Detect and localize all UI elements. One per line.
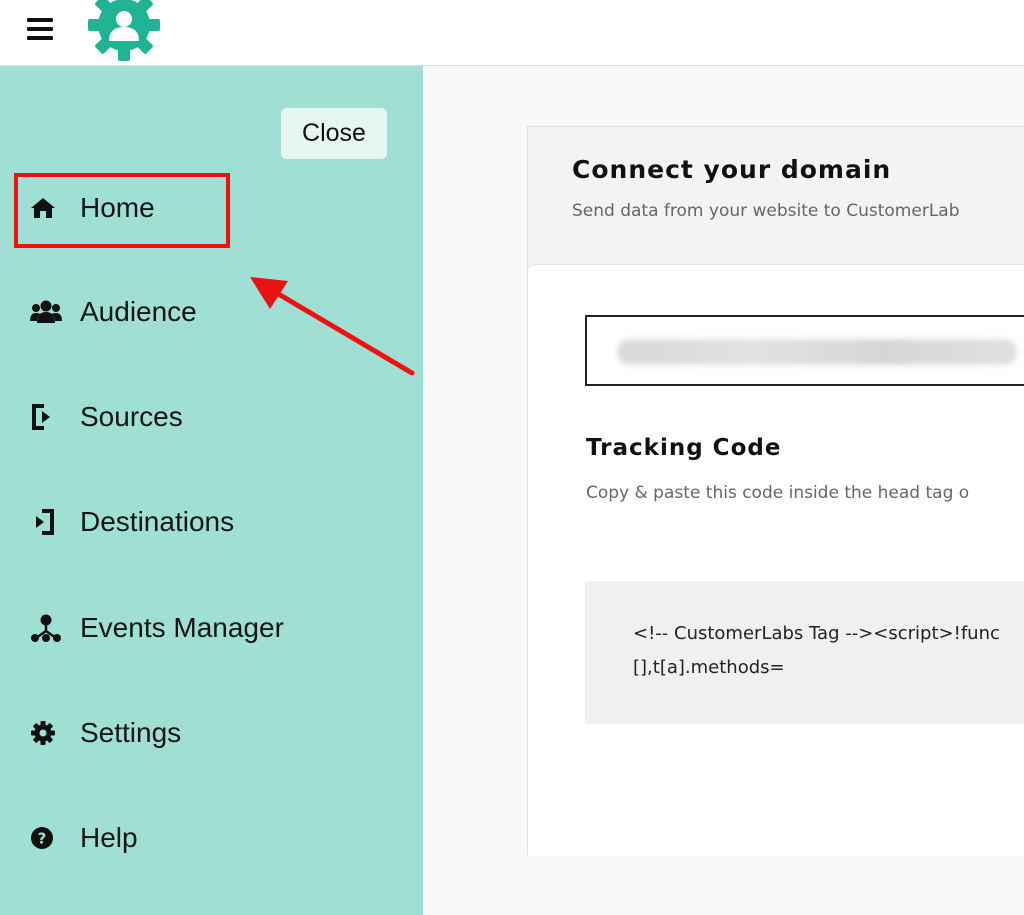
sidebar-item-sources[interactable]: Sources <box>30 392 183 442</box>
blurred-domain-value <box>617 339 1017 365</box>
home-highlight-box <box>14 173 230 248</box>
tracking-code-subtitle: Copy & paste this code inside the head t… <box>586 483 970 503</box>
hamburger-icon[interactable] <box>27 18 53 42</box>
sources-icon <box>30 402 66 432</box>
sidebar-item-settings[interactable]: Settings <box>30 708 181 758</box>
gear-user-logo-icon[interactable] <box>84 0 164 62</box>
card-body: Tracking Code Copy & paste this code ins… <box>528 264 1024 856</box>
sidebar-item-help[interactable]: ? Help <box>30 813 138 863</box>
domain-input[interactable] <box>585 315 1024 386</box>
help-icon: ? <box>30 823 66 853</box>
sidebar-item-destinations[interactable]: Destinations <box>30 497 234 547</box>
sidebar-item-audience[interactable]: Audience <box>30 287 197 337</box>
destinations-icon <box>30 507 66 537</box>
svg-text:?: ? <box>38 830 47 848</box>
tracking-code-title: Tracking Code <box>586 435 782 461</box>
events-manager-icon <box>30 613 66 643</box>
connect-domain-card: Connect your domain Send data from your … <box>527 126 1024 856</box>
sidebar: Close Home Audience Sources Destinations… <box>0 66 423 915</box>
code-line: <!-- CustomerLabs Tag --><script>!func <box>633 623 1000 644</box>
sidebar-item-label: Settings <box>80 717 182 748</box>
close-button[interactable]: Close <box>281 108 387 159</box>
tracking-code-box[interactable]: <!-- CustomerLabs Tag --><script>!func [… <box>585 581 1024 724</box>
sidebar-item-label: Audience <box>80 296 197 327</box>
sidebar-item-label: Sources <box>80 401 183 432</box>
sidebar-item-label: Events Manager <box>80 612 284 643</box>
card-subtitle: Send data from your website to CustomerL… <box>572 201 960 221</box>
top-bar <box>0 0 1024 66</box>
code-line: [],t[a].methods= <box>633 657 785 678</box>
sidebar-item-label: Destinations <box>80 506 235 537</box>
pointer-arrow-icon <box>250 277 415 376</box>
gear-icon <box>30 718 66 748</box>
users-icon <box>30 297 66 327</box>
sidebar-item-events-manager[interactable]: Events Manager <box>30 603 284 653</box>
card-title: Connect your domain <box>572 155 892 184</box>
sidebar-item-label: Help <box>80 822 138 853</box>
main-content: Connect your domain Send data from your … <box>423 66 1024 915</box>
